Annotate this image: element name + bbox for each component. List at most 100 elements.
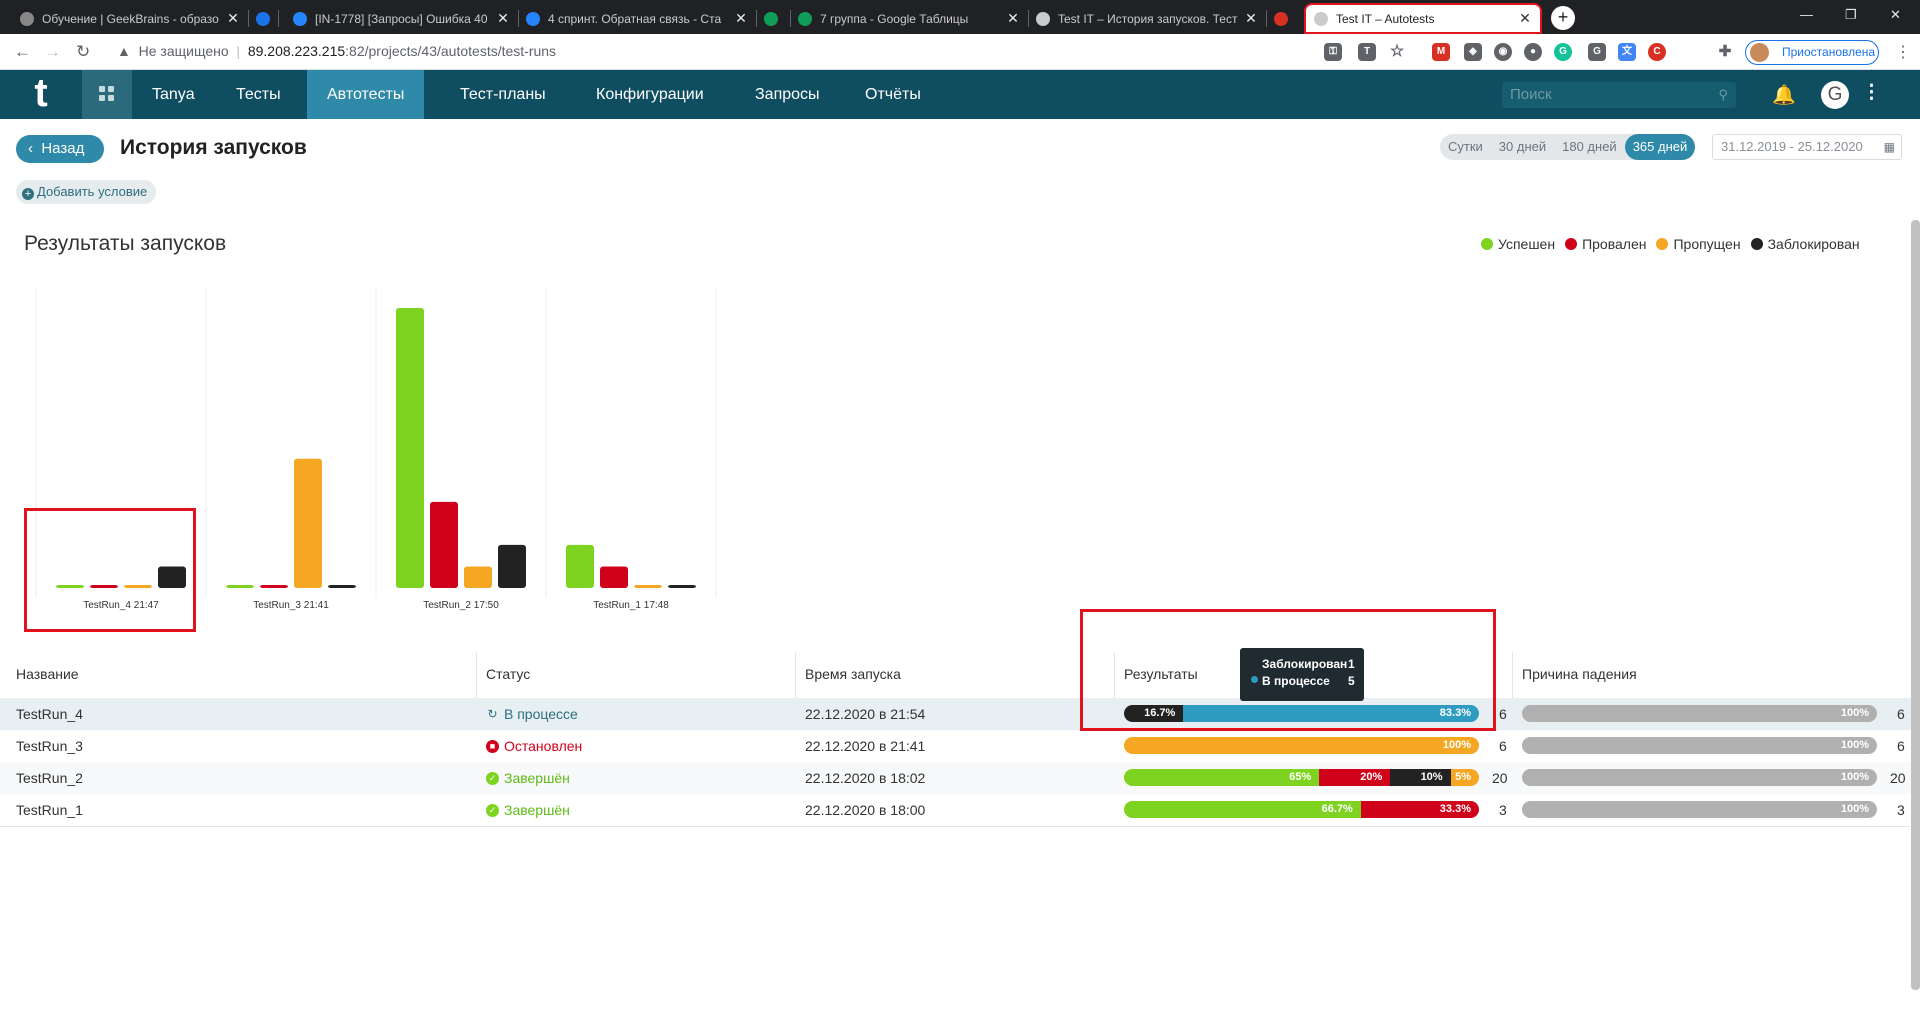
profile-button[interactable]: Приостановлена <box>1745 40 1879 65</box>
legend-item[interactable]: Заблокирован <box>1750 236 1860 252</box>
apps-grid-icon[interactable] <box>82 70 132 119</box>
browser-tab[interactable]: 4 спринт. Обратная связь - Ста ✕ <box>518 3 756 34</box>
minimize-icon[interactable]: — <box>1800 7 1813 22</box>
column-header[interactable]: Название <box>16 666 79 682</box>
results-segment[interactable]: 100% <box>1124 737 1479 754</box>
results-bar[interactable]: 66.7% 33.3% <box>1124 801 1479 818</box>
run-name[interactable]: TestRun_3 <box>16 738 83 754</box>
key-icon[interactable]: ⚿ <box>1324 43 1342 61</box>
browser-tab[interactable]: Test IT – История запусков. Тест ✕ <box>1028 3 1266 34</box>
results-bar[interactable]: 65% 20% 10% 5% <box>1124 769 1479 786</box>
nav-item[interactable]: Tanya <box>132 70 215 119</box>
extension-icon[interactable]: ◈ <box>1464 43 1482 61</box>
results-segment[interactable]: 5% <box>1450 769 1479 786</box>
user-avatar[interactable]: G <box>1821 81 1849 109</box>
chart-bar[interactable] <box>226 585 254 588</box>
reload-icon[interactable]: ↻ <box>76 42 90 62</box>
table-row[interactable]: TestRun_3 ■ Остановлен 22.12.2020 в 21:41 10… <box>0 730 1920 762</box>
forward-arrow-icon[interactable]: → <box>44 42 61 62</box>
browser-tab[interactable] <box>1266 3 1304 34</box>
column-header[interactable]: Причина падения <box>1522 666 1637 682</box>
restore-icon[interactable]: ❐ <box>1845 7 1857 23</box>
date-range-input[interactable]: 31.12.2019 - 25.12.2020 ▦ <box>1712 134 1902 160</box>
extension-icon[interactable]: ● <box>1524 43 1542 61</box>
chart-bar[interactable] <box>464 566 492 588</box>
star-icon[interactable]: ☆ <box>1388 43 1406 61</box>
close-window-icon[interactable]: ✕ <box>1890 7 1901 23</box>
results-segment[interactable]: 65% <box>1124 769 1320 786</box>
chart-bar[interactable] <box>600 566 628 588</box>
chart-bar[interactable] <box>498 544 526 588</box>
grammarly-icon[interactable]: G <box>1554 43 1572 61</box>
logo[interactable]: t <box>0 70 82 119</box>
close-tab-icon[interactable]: ✕ <box>226 10 240 27</box>
back-button[interactable]: ‹ Назад <box>16 135 104 163</box>
nav-item[interactable]: Тест-планы <box>440 70 566 119</box>
chart-bar[interactable] <box>566 544 594 588</box>
results-bar[interactable]: 100% <box>1124 737 1479 754</box>
browser-tab[interactable] <box>248 3 278 34</box>
chart-bar[interactable] <box>668 585 696 588</box>
translate-icon[interactable]: T <box>1358 43 1376 61</box>
close-tab-icon[interactable]: ✕ <box>1518 10 1532 27</box>
run-name[interactable]: TestRun_4 <box>16 706 83 722</box>
add-condition-button[interactable]: + Добавить условие <box>16 180 157 204</box>
failure-cause-bar[interactable]: 100% <box>1522 737 1877 754</box>
bell-icon[interactable]: 🔔 <box>1772 83 1796 107</box>
scrollbar[interactable] <box>1911 220 1920 990</box>
run-name[interactable]: TestRun_2 <box>16 770 83 786</box>
results-segment[interactable]: 33.3% <box>1360 801 1479 818</box>
chart-bar[interactable] <box>260 585 288 588</box>
failure-cause-bar[interactable]: 100% <box>1522 705 1877 722</box>
extension-icon[interactable]: G <box>1588 43 1606 61</box>
results-segment[interactable]: 20% <box>1319 769 1391 786</box>
chart-bar[interactable] <box>328 585 356 588</box>
nav-item[interactable]: Отчёты <box>845 70 941 119</box>
close-tab-icon[interactable]: ✕ <box>496 10 510 27</box>
period-option[interactable]: 365 дней <box>1624 134 1696 160</box>
results-segment[interactable]: 10% <box>1390 769 1451 786</box>
column-header[interactable]: Статус <box>486 666 530 682</box>
close-tab-icon[interactable]: ✕ <box>1244 10 1258 27</box>
close-tab-icon[interactable]: ✕ <box>1006 10 1020 27</box>
url-field[interactable]: ▲ Не защищено | 89.208.223.215:82/projec… <box>117 43 556 59</box>
failure-cause-bar[interactable]: 100% <box>1522 769 1877 786</box>
back-arrow-icon[interactable]: ← <box>14 42 31 62</box>
gmail-icon[interactable]: M <box>1432 43 1450 61</box>
chart-bar[interactable] <box>430 501 458 588</box>
extension-icon[interactable]: ◉ <box>1494 43 1512 61</box>
browser-tab[interactable] <box>756 3 790 34</box>
extension-icon[interactable]: 文 <box>1618 43 1636 61</box>
close-tab-icon[interactable]: ✕ <box>734 10 748 27</box>
table-row[interactable]: TestRun_4 ↻ В процессе 22.12.2020 в 21:54 16… <box>0 698 1920 730</box>
search-input[interactable]: Поиск ⚲ <box>1502 82 1736 108</box>
column-header[interactable]: Время запуска <box>805 666 901 682</box>
extension-icon[interactable]: C <box>1648 43 1666 61</box>
nav-item[interactable]: Запросы <box>735 70 840 119</box>
failure-cause-bar[interactable]: 100% <box>1522 801 1877 818</box>
chart-bar[interactable] <box>396 308 424 588</box>
period-option[interactable]: 180 дней <box>1554 134 1625 160</box>
browser-tab[interactable]: Test IT – Autotests ✕ <box>1304 3 1542 34</box>
puzzle-icon[interactable]: ✚ <box>1716 43 1734 61</box>
legend-item[interactable]: Успешен <box>1481 236 1555 252</box>
legend-item[interactable]: Провален <box>1565 236 1646 252</box>
nav-item[interactable]: Автотесты <box>307 70 425 119</box>
menu-dots-icon[interactable]: ⋮ <box>1895 42 1911 62</box>
chart-bar[interactable] <box>294 458 322 588</box>
legend-item[interactable]: Пропущен <box>1656 236 1741 252</box>
period-option[interactable]: Сутки <box>1440 134 1491 160</box>
table-row[interactable]: TestRun_1 ✓ Завершён 22.12.2020 в 18:00 66.7… <box>0 794 1920 826</box>
period-option[interactable]: 30 дней <box>1491 134 1554 160</box>
browser-tab[interactable]: 7 группа - Google Таблицы ✕ <box>790 3 1028 34</box>
chart-bar[interactable] <box>634 585 662 588</box>
new-tab-button[interactable]: + <box>1551 6 1575 30</box>
table-row[interactable]: TestRun_2 ✓ Завершён 22.12.2020 в 18:02 65% 2… <box>0 762 1920 794</box>
browser-tab[interactable]: Обучение | GeekBrains - образо ✕ <box>12 3 248 34</box>
results-segment[interactable]: 66.7% <box>1124 801 1361 818</box>
nav-item[interactable]: Конфигурации <box>576 70 724 119</box>
more-icon[interactable]: ⋮ <box>1862 81 1881 104</box>
nav-item[interactable]: Тесты <box>216 70 301 119</box>
run-name[interactable]: TestRun_1 <box>16 802 83 818</box>
browser-tab[interactable]: [IN-1778] [Запросы] Ошибка 40 ✕ <box>285 3 518 34</box>
